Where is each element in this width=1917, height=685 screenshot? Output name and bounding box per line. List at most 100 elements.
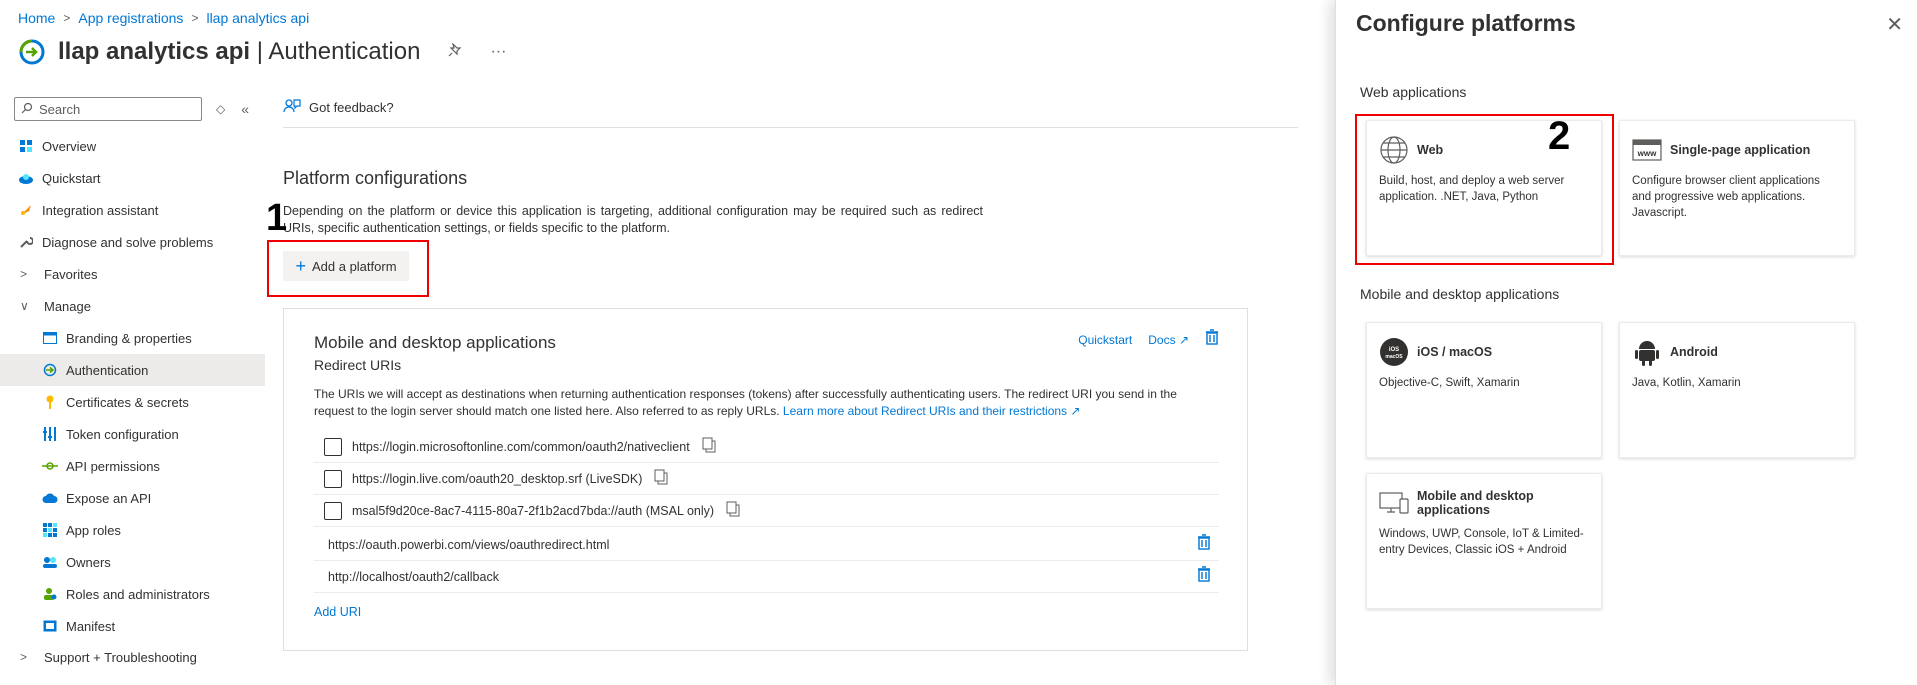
card-subtitle: Redirect URIs bbox=[314, 357, 402, 373]
tile-title: Android bbox=[1670, 345, 1718, 359]
breadcrumb: Home > App registrations > llap analytic… bbox=[18, 10, 309, 26]
sidebar-item-token-configuration[interactable]: Token configuration bbox=[0, 418, 265, 450]
sidebar-item-label: Integration assistant bbox=[42, 202, 159, 218]
sidebar-item-app-roles[interactable]: App roles bbox=[0, 514, 265, 546]
sidebar-item-label: Branding & properties bbox=[66, 330, 192, 346]
uri-checkbox[interactable] bbox=[324, 437, 342, 456]
copy-icon[interactable] bbox=[726, 501, 740, 520]
uri-checkbox[interactable] bbox=[324, 501, 342, 520]
uri-checkbox-row: msal5f9d20ce-8ac7-4115-80a7-2f1b2acd7bda… bbox=[314, 495, 1219, 527]
close-icon[interactable]: ✕ bbox=[1886, 12, 1903, 37]
cloud-icon bbox=[42, 490, 58, 506]
sidebar-item-certificates[interactable]: Certificates & secrets bbox=[0, 386, 265, 418]
web-section-label: Web applications bbox=[1360, 84, 1467, 100]
tile-description: Windows, UWP, Console, IoT & Limited-ent… bbox=[1379, 528, 1584, 556]
page-title: llap analytics api | Authentication bbox=[58, 38, 421, 65]
tile-title: Single-page application bbox=[1670, 143, 1811, 157]
sidebar-item-authentication[interactable]: Authentication bbox=[0, 354, 265, 386]
tile-title: Mobile and desktop applications bbox=[1417, 489, 1534, 517]
sidebar-item-label: Overview bbox=[42, 138, 97, 154]
tile-single-page-application[interactable]: www Single-page application Configure br… bbox=[1619, 120, 1855, 256]
quickstart-icon bbox=[18, 170, 34, 186]
breadcrumb-app-registrations[interactable]: App registrations bbox=[78, 10, 183, 26]
feedback-label: Got feedback? bbox=[309, 100, 394, 115]
uri-checkbox-row: https://login.microsoftonline.com/common… bbox=[314, 431, 1219, 463]
breadcrumb-app[interactable]: llap analytics api bbox=[206, 10, 309, 26]
tile-ios-macos[interactable]: iOS macOS iOS / macOS Objective-C, Swift,… bbox=[1366, 322, 1602, 458]
sidebar-item-label: Quickstart bbox=[42, 170, 101, 186]
sidebar-item-owners[interactable]: Owners bbox=[0, 546, 265, 578]
step-marker-1: 1 bbox=[266, 197, 288, 239]
learn-more-link[interactable]: Learn more about Redirect URIs and their… bbox=[783, 404, 1081, 418]
sidebar-item-quickstart[interactable]: Quickstart bbox=[0, 162, 265, 194]
app-registration-icon bbox=[19, 39, 45, 65]
svg-text:macOS: macOS bbox=[1385, 354, 1403, 360]
rocket-icon bbox=[18, 202, 34, 218]
sidebar-item-integration-assistant[interactable]: Integration assistant bbox=[0, 194, 265, 226]
svg-text:www: www bbox=[1637, 149, 1657, 158]
sidebar-item-expose-api[interactable]: Expose an API bbox=[0, 482, 265, 514]
copy-icon[interactable] bbox=[702, 437, 716, 456]
copy-icon[interactable] bbox=[654, 469, 668, 488]
docs-link[interactable]: Docs ↗ bbox=[1148, 333, 1189, 347]
delete-platform-icon[interactable] bbox=[1205, 329, 1219, 350]
tile-mobile-desktop[interactable]: Mobile and desktop applications Windows,… bbox=[1366, 473, 1602, 609]
uri-checkbox[interactable] bbox=[324, 469, 342, 488]
page-header: llap analytics api | Authentication ··· bbox=[18, 38, 506, 66]
uri-input[interactable]: http://localhost/oauth2/callback bbox=[328, 570, 499, 584]
redirect-info: The URIs we will accept as destinations … bbox=[314, 386, 1219, 420]
sidebar-item-label: Token configuration bbox=[66, 426, 179, 442]
mobile-desktop-card: Mobile and desktop applications Redirect… bbox=[283, 308, 1248, 651]
sidebar-item-diagnose[interactable]: Diagnose and solve problems bbox=[0, 226, 265, 258]
feedback-icon bbox=[283, 98, 301, 117]
key-icon bbox=[42, 394, 58, 410]
owners-icon bbox=[42, 554, 58, 570]
sort-icon[interactable]: ◇ bbox=[216, 102, 225, 116]
sidebar-item-label: Owners bbox=[66, 554, 111, 570]
pin-icon[interactable] bbox=[448, 41, 462, 62]
sidebar-group-manage[interactable]: ∨ Manage bbox=[0, 290, 265, 322]
sidebar-item-label: Diagnose and solve problems bbox=[42, 234, 214, 250]
collapse-icon[interactable]: « bbox=[241, 101, 249, 117]
highlight-box-1 bbox=[267, 240, 429, 297]
card-title: Mobile and desktop applications bbox=[314, 333, 556, 352]
token-icon bbox=[42, 426, 58, 442]
sidebar-item-api-permissions[interactable]: API permissions bbox=[0, 450, 265, 482]
search-input[interactable]: Search bbox=[14, 97, 202, 121]
sidebar-item-roles-admins[interactable]: Roles and administrators bbox=[0, 578, 265, 610]
manifest-icon bbox=[42, 618, 58, 634]
svg-text:iOS: iOS bbox=[1389, 347, 1399, 353]
uri-text: msal5f9d20ce-8ac7-4115-80a7-2f1b2acd7bda… bbox=[352, 503, 715, 518]
uri-input[interactable]: https://oauth.powerbi.com/views/oauthred… bbox=[328, 538, 609, 552]
sidebar-group-support[interactable]: > Support + Troubleshooting bbox=[0, 642, 265, 672]
quickstart-link[interactable]: Quickstart bbox=[1078, 333, 1132, 347]
chevron-right-icon: > bbox=[191, 11, 199, 25]
delete-uri-icon[interactable] bbox=[1197, 534, 1211, 555]
uri-checkbox-row: https://login.live.com/oauth20_desktop.s… bbox=[314, 463, 1219, 495]
breadcrumb-home[interactable]: Home bbox=[18, 10, 55, 26]
sidebar-item-overview[interactable]: Overview bbox=[0, 130, 265, 162]
section-description: Depending on the platform or device this… bbox=[283, 204, 983, 235]
tile-android[interactable]: Android Java, Kotlin, Xamarin bbox=[1619, 322, 1855, 458]
branding-icon bbox=[42, 330, 58, 346]
sidebar-item-label: App roles bbox=[66, 522, 121, 538]
add-uri-link[interactable]: Add URI bbox=[314, 605, 361, 619]
desktop-icon bbox=[1379, 488, 1409, 518]
uri-text: https://login.microsoftonline.com/common… bbox=[352, 439, 690, 454]
sidebar-item-branding[interactable]: Branding & properties bbox=[0, 322, 265, 354]
sidebar-item-manifest[interactable]: Manifest bbox=[0, 610, 265, 642]
feedback-button[interactable]: Got feedback? bbox=[283, 98, 394, 117]
apple-icon: iOS macOS bbox=[1379, 337, 1409, 367]
panel-title: Configure platforms bbox=[1356, 10, 1576, 36]
chevron-down-icon: ∨ bbox=[20, 299, 29, 313]
delete-uri-icon[interactable] bbox=[1197, 566, 1211, 587]
sidebar-item-label: API permissions bbox=[66, 458, 160, 474]
browser-icon: www bbox=[1632, 135, 1662, 165]
sidebar-item-label: Expose an API bbox=[66, 490, 152, 506]
chevron-right-icon: > bbox=[20, 267, 28, 281]
sidebar-group-favorites[interactable]: > Favorites bbox=[0, 258, 265, 290]
sidebar: Search ◇ « Overview Quickstart Integrati… bbox=[0, 96, 265, 672]
external-link-icon: ↗ bbox=[1178, 332, 1189, 347]
more-options-button[interactable]: ··· bbox=[490, 43, 506, 61]
search-placeholder: Search bbox=[39, 101, 81, 117]
